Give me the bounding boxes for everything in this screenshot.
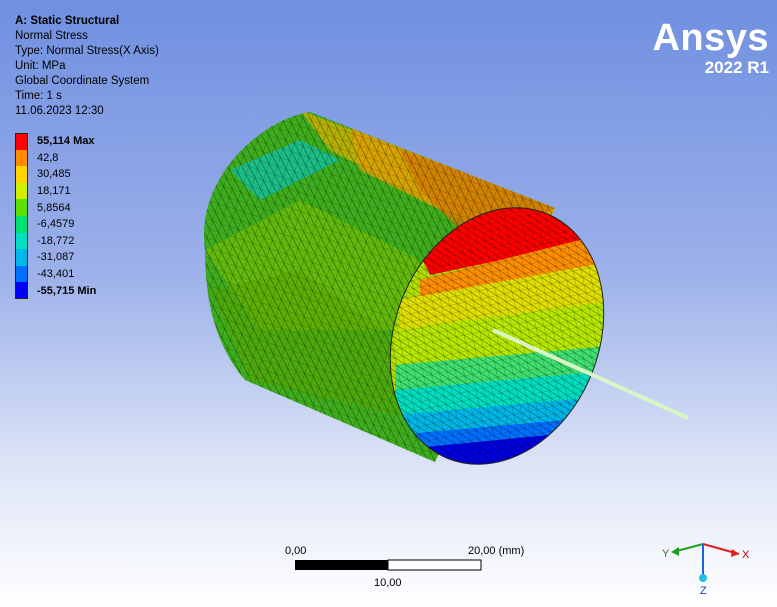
coordinate-triad[interactable]: X Y Z	[655, 528, 755, 598]
scale-end-label: 20,00 (mm)	[468, 545, 525, 557]
y-axis-label: Y	[662, 548, 670, 560]
y-axis-arrowhead	[671, 547, 679, 556]
model-viewport[interactable]	[0, 0, 777, 607]
z-axis-label: Z	[700, 585, 707, 597]
scale-mid-label: 10,00	[374, 577, 402, 589]
x-axis-label: X	[742, 549, 750, 561]
z-axis-marker	[699, 574, 707, 582]
scale-start-label: 0,00	[285, 545, 307, 557]
